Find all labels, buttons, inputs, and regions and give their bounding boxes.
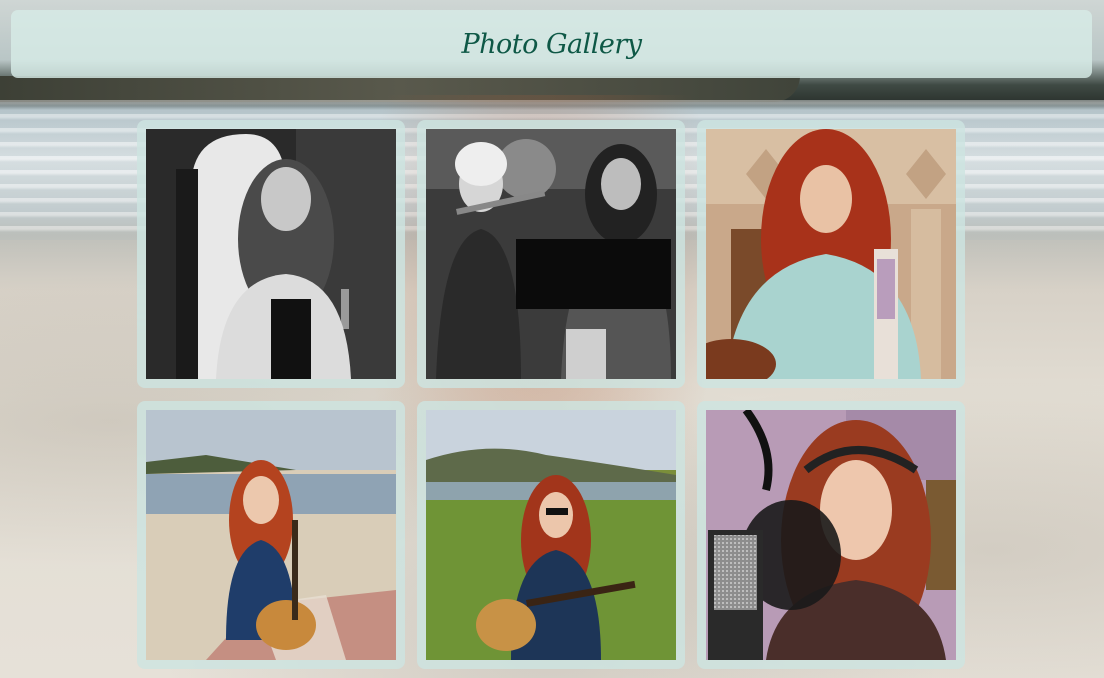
gallery-photo-beach-picnic[interactable] — [146, 410, 396, 660]
gallery-photo-fireplace-guitar[interactable] — [706, 129, 956, 379]
gallery-tile[interactable] — [417, 401, 685, 669]
gallery-tile[interactable] — [417, 120, 685, 388]
gallery-photo-bw-doorway[interactable] — [146, 129, 396, 379]
photo-image — [706, 129, 956, 379]
gallery-photo-bw-duo[interactable] — [426, 129, 676, 379]
photo-image — [146, 410, 396, 660]
gallery-photo-studio-microphone[interactable] — [706, 410, 956, 660]
gallery-tile[interactable] — [697, 120, 965, 388]
photo-image — [146, 129, 396, 379]
gallery-tile[interactable] — [137, 401, 405, 669]
page-header: Photo Gallery — [11, 10, 1092, 78]
photo-image — [426, 129, 676, 379]
gallery-tile[interactable] — [137, 120, 405, 388]
gallery-tile[interactable] — [697, 401, 965, 669]
photo-image — [706, 410, 956, 660]
page-title: Photo Gallery — [461, 28, 642, 60]
photo-image — [426, 410, 676, 660]
gallery-photo-field-guitar[interactable] — [426, 410, 676, 660]
